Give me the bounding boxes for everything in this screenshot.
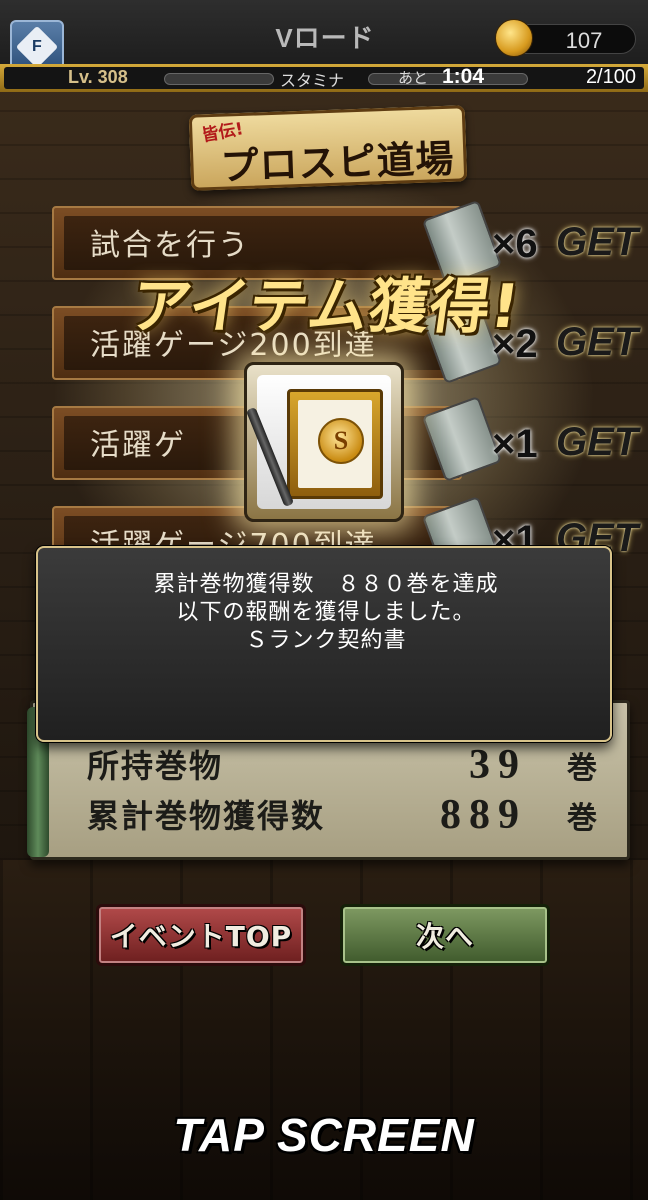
top-header: F Vロード 107 Lv. 308 スタミナ あと 1:04 2/100 [0,0,648,92]
currency-value: 107 [565,28,603,53]
level-gauge [164,73,274,85]
mission-label: 活躍ゲ [90,428,186,463]
result-unit: 巻 [567,751,597,786]
result-label: 累計巻物獲得数 [87,797,326,835]
result-label: 所持巻物 [87,747,224,785]
contract-page: S [298,400,372,488]
reward-count: ×1 [492,422,538,466]
stamina-label: スタミナ [280,71,345,90]
coin-icon [495,19,533,57]
emblem-letter: S [333,426,349,455]
dialog-line-3: Ｓランク契約書 [245,628,407,653]
banner-title: プロスピ道場 [219,136,456,189]
currency-display[interactable]: 107 [495,19,636,57]
contract-book-icon: S [287,389,383,499]
remaining-time: 1:04 [442,65,485,88]
menu-glyph: F [32,38,42,55]
result-row: 累計巻物獲得数 889 巻 [87,791,597,841]
result-value: 39 [469,742,527,788]
player-level: Lv. 308 [68,67,128,87]
reward-message-dialog[interactable]: 累計巻物獲得数 ８８０巻を達成 以下の報酬を獲得しました。 Ｓランク契約書 [36,546,612,742]
header-title: Vロード [275,23,375,53]
status-inner: Lv. 308 スタミナ あと 1:04 2/100 [4,65,644,90]
menu-icon: F [15,25,59,69]
next-button[interactable]: 次へ [340,904,550,966]
remaining-label: あと [398,69,429,87]
reward-get-label: GET [556,320,639,364]
reward-get-label: GET [556,420,639,464]
item-card-inner: S [245,375,391,509]
event-top-button[interactable]: イベントTOP [96,904,306,966]
event-banner: 皆伝! プロスピ道場 [188,105,468,191]
reward-get-label: GET [556,220,639,264]
result-value: 889 [440,792,527,838]
status-bar: Lv. 308 スタミナ あと 1:04 2/100 [0,64,648,92]
s-rank-emblem-icon: S [318,418,364,464]
stamina-count: 2/100 [585,66,636,88]
item-card: S [244,362,404,522]
tap-screen-prompt[interactable]: TAP SCREEN [0,1108,648,1162]
item-obtained-title: アイテム獲得! [126,272,525,342]
result-unit: 巻 [567,801,597,836]
result-row: 所持巻物 39 巻 [87,741,597,791]
